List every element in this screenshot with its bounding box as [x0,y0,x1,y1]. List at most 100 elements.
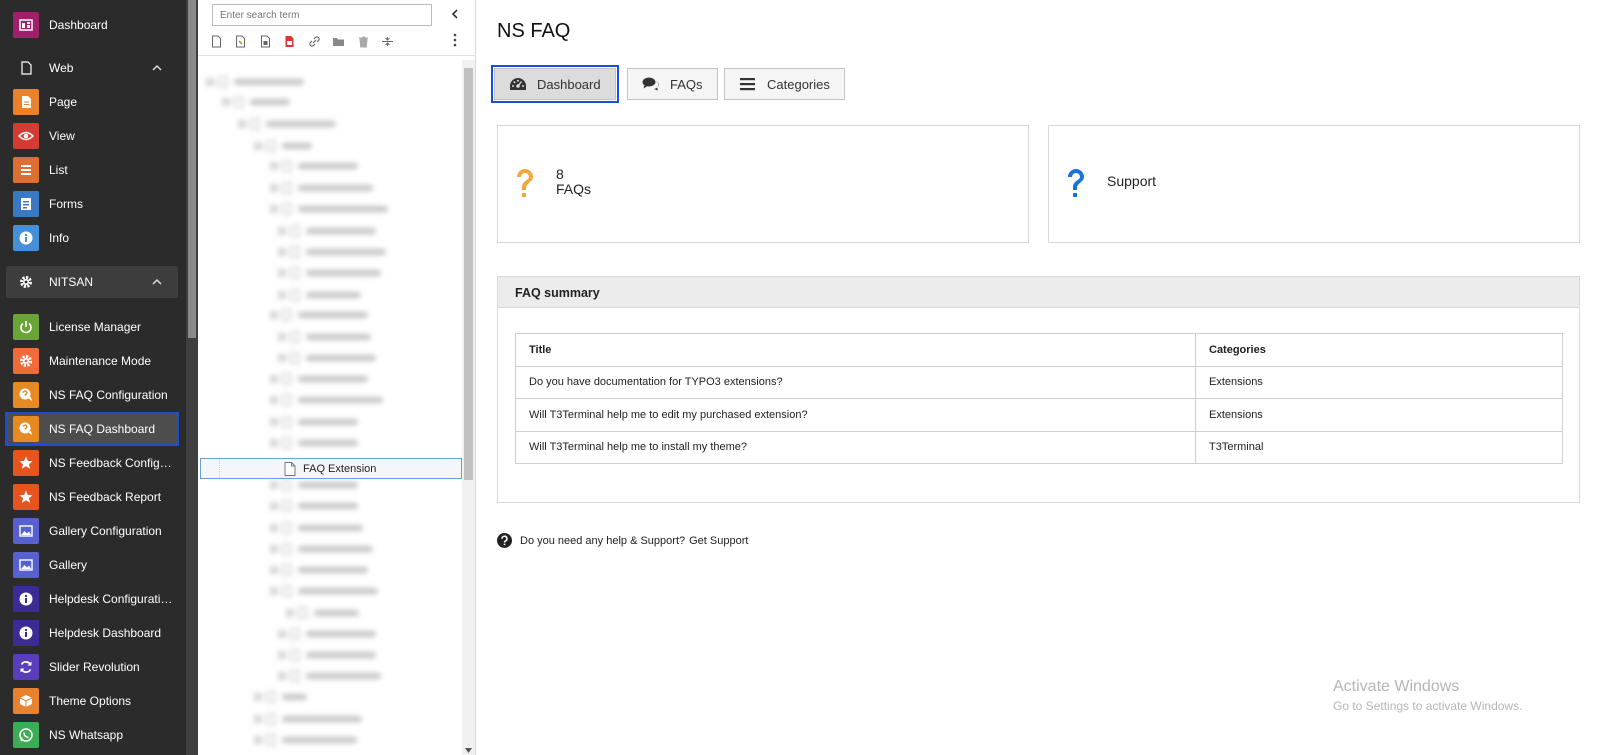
new-backend-section-icon[interactable] [257,33,273,49]
scrollbar-thumb[interactable] [188,0,196,338]
tree-node[interactable] [278,225,376,237]
faq-summary-panel: FAQ summary Title Categories Do you have… [497,276,1580,503]
module-label: NS FAQ Configuration [49,388,168,402]
module-item-slider-revolution[interactable]: Slider Revolution [6,651,178,683]
module-label: Helpdesk Dashboard [49,626,162,640]
chevron-up-icon[interactable] [150,61,164,75]
collapse-tree-icon[interactable] [448,7,462,21]
module-item-ns-faq-configuration[interactable]: NS FAQ Configuration [6,379,178,411]
divider-icon[interactable] [380,33,396,49]
tree-node[interactable] [270,437,358,449]
module-item-ns-feedback-configur[interactable]: NS Feedback Configur... [6,447,178,479]
module-item-ns-faq-dashboard[interactable]: NS FAQ Dashboard [5,412,179,446]
faqs-count-card[interactable]: 8 FAQs [497,125,1029,243]
module-item-forms[interactable]: Forms [6,188,178,220]
image-icon [13,518,39,544]
tree-node[interactable] [278,352,376,364]
module-menu-scrollbar[interactable] [186,0,198,755]
module-group-web[interactable]: Web [6,52,178,84]
tree-node[interactable] [278,267,381,279]
folder-icon[interactable] [331,33,347,49]
module-item-gallery[interactable]: Gallery [6,549,178,581]
tree-node-selected[interactable]: FAQ Extension [200,458,462,479]
module-item-info[interactable]: Info [6,222,178,254]
module-item-ns-whatsapp[interactable]: NS Whatsapp [6,719,178,751]
module-label: NS Feedback Configur... [49,456,173,470]
module-item-license-manager[interactable]: License Manager [6,311,178,343]
module-item-maintenance-mode[interactable]: Maintenance Mode [6,345,178,377]
table-row[interactable]: Will T3Terminal help me to install my th… [515,430,1563,464]
module-item-dashboard[interactable]: Dashboard [6,9,178,41]
tree-node[interactable] [278,331,371,343]
module-item-gallery-configuration[interactable]: Gallery Configuration [6,515,178,547]
tab-categories[interactable]: Categories [724,68,845,100]
module-group-nitsan[interactable]: NITSAN [6,266,178,298]
tree-node[interactable] [278,246,386,258]
faq-title-cell: Do you have documentation for TYPO3 exte… [515,365,1196,399]
get-support-link[interactable]: Get Support [689,535,748,547]
tree-node[interactable] [270,309,368,321]
tree-node[interactable] [270,416,358,428]
tree-node[interactable] [270,160,358,172]
form-icon [13,191,39,217]
tree-node[interactable] [270,585,378,597]
tree-node[interactable] [278,670,381,682]
info-icon [13,225,39,251]
tab-faqs[interactable]: FAQs [627,68,718,100]
tree-node[interactable] [270,522,363,534]
tree-node[interactable] [278,649,376,661]
module-item-ns-feedback-report[interactable]: NS Feedback Report [6,481,178,513]
tree-node[interactable] [254,713,362,725]
module-label: Gallery Configuration [49,524,162,538]
tree-node[interactable] [270,373,368,385]
tree-node[interactable] [278,289,361,301]
tree-node[interactable] [278,628,376,640]
table-row[interactable]: Will T3Terminal help me to edit my purch… [515,398,1563,432]
module-label: Dashboard [49,18,108,32]
module-item-theme-options[interactable]: Theme Options [6,685,178,717]
more-options-icon[interactable] [451,33,459,47]
tab-dashboard[interactable]: Dashboard [491,65,619,103]
tree-node[interactable] [222,96,290,108]
image-icon [13,552,39,578]
faq-summary-table: Title Categories Do you have documentati… [515,333,1563,464]
trash-icon[interactable] [355,33,371,49]
new-shortcut-page-icon[interactable] [233,33,249,49]
module-item-helpdesk-configuration[interactable]: Helpdesk Configuration [6,583,178,615]
tree-node[interactable] [270,564,368,576]
tree-node[interactable] [254,691,307,703]
column-header-categories: Categories [1195,333,1563,367]
module-label: Slider Revolution [49,660,140,674]
tree-node-label: FAQ Extension [303,463,377,475]
tree-search-input[interactable] [212,4,432,26]
link-icon[interactable] [306,33,322,49]
tree-node[interactable] [238,118,336,130]
tree-node[interactable] [254,140,312,152]
tree-node[interactable] [206,76,304,88]
faq-icon [13,416,39,442]
faqs-count-text: 8 FAQs [556,167,591,197]
tree-node[interactable] [270,543,373,555]
new-recycler-icon[interactable] [282,33,298,49]
tree-node[interactable] [286,607,359,619]
table-row[interactable]: Do you have documentation for TYPO3 exte… [515,365,1563,399]
module-item-helpdesk-dashboard[interactable]: Helpdesk Dashboard [6,617,178,649]
tree-node[interactable] [270,182,373,194]
scrollbar-thumb[interactable] [464,68,473,480]
chevron-up-icon[interactable] [150,275,164,289]
tree-node[interactable] [270,203,388,215]
module-item-view[interactable]: View [6,120,178,152]
module-label: Helpdesk Configuration [49,592,173,606]
module-item-page[interactable]: Page [6,86,178,118]
tree-scrollbar[interactable] [462,60,475,755]
support-card[interactable]: Support [1048,125,1580,243]
new-page-icon[interactable] [208,33,224,49]
tree-node[interactable] [270,394,383,406]
scroll-down-arrow-icon[interactable] [465,748,472,753]
table-header-row: Title Categories [515,333,1563,367]
tree-node[interactable] [270,500,358,512]
module-label: Gallery [49,558,88,572]
tree-node[interactable] [270,479,358,491]
module-item-list[interactable]: List [6,154,178,186]
tree-node[interactable] [254,734,357,746]
